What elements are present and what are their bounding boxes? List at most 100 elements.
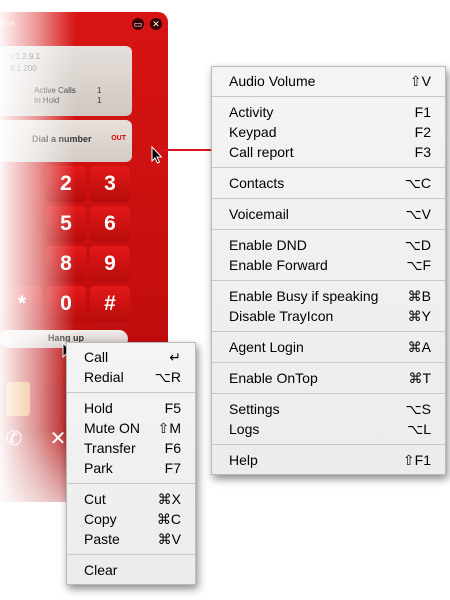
menu-item-label: Audio Volume <box>229 73 316 89</box>
menu-separator <box>212 280 445 281</box>
status-display: v.1.2.9.1 8.1.200 Active Calls 1 In Hold… <box>0 46 132 116</box>
out-label: OUT <box>111 135 126 142</box>
menu-item-label: Mute ON <box>84 420 141 436</box>
cursor-icon <box>151 146 163 164</box>
menu-separator <box>212 331 445 332</box>
menu-item-label: Call report <box>229 144 294 160</box>
menu-item-redial[interactable]: Redial ⌥R <box>67 367 195 387</box>
menu-item-enable-busy-if-speaking[interactable]: Enable Busy if speaking ⌘B <box>212 286 445 306</box>
menu-item-audio-volume[interactable]: Audio Volume ⇧V <box>212 71 445 91</box>
window-title: one <box>0 18 16 28</box>
menu-item-shortcut: ⇧F1 <box>402 452 431 468</box>
menu-item-label: Disable TrayIcon <box>229 308 334 324</box>
menu-item-enable-forward[interactable]: Enable Forward ⌥F <box>212 255 445 275</box>
menu-item-label: Help <box>229 452 258 468</box>
menu-item-help[interactable]: Help ⇧F1 <box>212 450 445 470</box>
menu-separator <box>212 362 445 363</box>
key-hash[interactable]: # <box>90 286 130 322</box>
phone-icon[interactable]: ✆ <box>0 422 28 456</box>
menu-item-hold[interactable]: Hold F5 <box>67 398 195 418</box>
key-8[interactable]: 8 <box>46 246 86 282</box>
menu-item-settings[interactable]: Settings ⌥S <box>212 399 445 419</box>
action-button-1[interactable] <box>6 382 30 416</box>
menu-item-agent-login[interactable]: Agent Login ⌘A <box>212 337 445 357</box>
menu-item-shortcut: F5 <box>164 400 181 416</box>
key-6[interactable]: 6 <box>90 206 130 242</box>
menu-item-transfer[interactable]: Transfer F6 <box>67 438 195 458</box>
menu-item-voicemail[interactable]: Voicemail ⌥V <box>212 204 445 224</box>
key-star[interactable]: * <box>2 286 42 322</box>
action-button-2[interactable] <box>44 382 68 416</box>
key-5[interactable]: 5 <box>46 206 86 242</box>
active-calls-value: 1 <box>97 86 102 95</box>
menu-item-clear[interactable]: Clear <box>67 560 195 580</box>
menu-separator <box>212 167 445 168</box>
menu-item-contacts[interactable]: Contacts ⌥C <box>212 173 445 193</box>
menu-item-label: Call <box>84 349 109 365</box>
dial-placeholder: Dial a number <box>32 134 92 144</box>
menu-item-shortcut: ⌘X <box>157 491 181 507</box>
menu-item-enable-dnd[interactable]: Enable DND ⌥D <box>212 235 445 255</box>
version-text: v.1.2.9.1 <box>10 52 41 61</box>
menu-item-cut[interactable]: Cut ⌘X <box>67 489 195 509</box>
menu-item-label: Logs <box>229 421 260 437</box>
in-hold-label: In Hold <box>34 96 60 105</box>
menu-item-enable-ontop[interactable]: Enable OnTop ⌘T <box>212 368 445 388</box>
menu-item-disable-trayicon[interactable]: Disable TrayIcon ⌘Y <box>212 306 445 326</box>
menu-item-shortcut: ↵ <box>169 349 181 365</box>
menu-item-label: Voicemail <box>229 206 289 222</box>
menu-separator <box>212 96 445 97</box>
menu-item-shortcut: F1 <box>414 104 431 120</box>
menu-item-call-report[interactable]: Call report F3 <box>212 142 445 162</box>
menu-item-shortcut: ⌥S <box>405 401 431 417</box>
menu-item-shortcut: ⇧M <box>157 420 181 436</box>
menu-item-shortcut: F3 <box>414 144 431 160</box>
menu-item-label: Hold <box>84 400 113 416</box>
menu-separator <box>67 554 195 555</box>
menu-item-label: Enable DND <box>229 237 307 253</box>
menu-item-shortcut: ⌥V <box>405 206 431 222</box>
key-3[interactable]: 3 <box>90 166 130 202</box>
menu-item-label: Clear <box>84 562 118 578</box>
menu-item-shortcut: ⌥L <box>407 421 431 437</box>
menu-item-label: Enable Busy if speaking <box>229 288 379 304</box>
menu-item-park[interactable]: Park F7 <box>67 458 195 478</box>
menu-item-shortcut: ⌥C <box>404 175 431 191</box>
menu-item-shortcut: ⌥F <box>406 257 431 273</box>
main-menu: Audio Volume ⇧V Activity F1 Keypad F2 Call rep… <box>211 66 446 475</box>
key-2[interactable]: 2 <box>46 166 86 202</box>
close-icon[interactable]: ✕ <box>150 18 162 30</box>
menu-item-label: Activity <box>229 104 274 120</box>
menu-item-label: Copy <box>84 511 117 527</box>
menu-item-shortcut: F2 <box>414 124 431 140</box>
menu-item-call[interactable]: Call ↵ <box>67 347 195 367</box>
menu-item-shortcut: ⌘C <box>156 511 181 527</box>
key-9[interactable]: 9 <box>90 246 130 282</box>
menu-item-paste[interactable]: Paste ⌘V <box>67 529 195 549</box>
menu-item-mute-on[interactable]: Mute ON ⇧M <box>67 418 195 438</box>
menu-item-copy[interactable]: Copy ⌘C <box>67 509 195 529</box>
menu-item-keypad[interactable]: Keypad F2 <box>212 122 445 142</box>
menu-item-label: Park <box>84 460 113 476</box>
menu-item-label: Keypad <box>229 124 277 140</box>
menu-item-shortcut: ⌘Y <box>407 308 431 324</box>
menu-item-label: Redial <box>84 369 124 385</box>
key-0[interactable]: 0 <box>46 286 86 322</box>
dial-input[interactable]: Dial a number OUT <box>0 120 132 162</box>
menu-separator <box>212 229 445 230</box>
context-menu: Call ↵ Redial ⌥R Hold F5 Mute ON ⇧M Transfer F6 Pa… <box>66 342 196 585</box>
menu-item-shortcut: ⌘A <box>407 339 431 355</box>
menu-item-shortcut: ⌘B <box>407 288 431 304</box>
restore-icon[interactable]: ▭ <box>132 18 144 30</box>
menu-item-activity[interactable]: Activity F1 <box>212 102 445 122</box>
menu-item-shortcut: ⇧V <box>409 73 431 89</box>
menu-item-shortcut: ⌥R <box>154 369 181 385</box>
in-hold-value: 1 <box>97 96 102 105</box>
menu-item-shortcut: ⌘V <box>157 531 181 547</box>
menu-item-label: Enable OnTop <box>229 370 318 386</box>
menu-separator <box>67 483 195 484</box>
menu-item-shortcut: ⌥D <box>404 237 431 253</box>
menu-item-shortcut: ⌘T <box>408 370 431 386</box>
menu-item-logs[interactable]: Logs ⌥L <box>212 419 445 439</box>
menu-separator <box>67 392 195 393</box>
